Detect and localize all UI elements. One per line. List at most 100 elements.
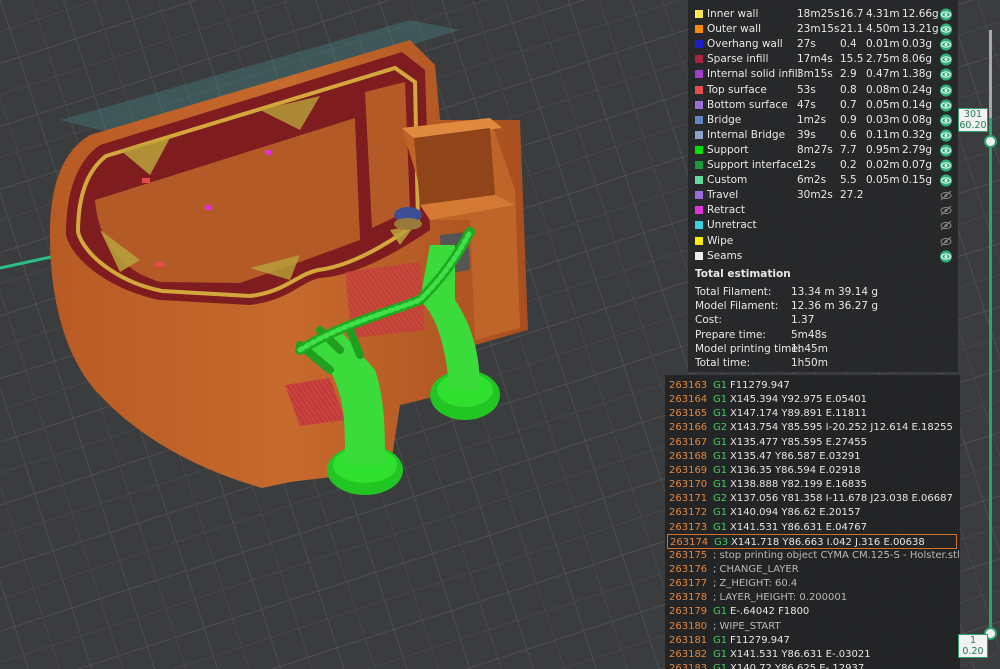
top-layer-number: 301 (963, 109, 983, 120)
eye-off-icon[interactable] (939, 189, 953, 202)
legend-color-swatch (695, 176, 703, 185)
legend-row[interactable]: Support interface 12s 0.2 0.02m 0.07g (688, 158, 958, 173)
gcode-line[interactable]: 263172 G1 X140.094 Y86.62 E.20157 (665, 505, 960, 520)
gcode-line[interactable]: 263176 ; CHANGE_LAYER (665, 562, 960, 577)
gcode-comment: ; stop printing object CYMA CM.125-S - H… (713, 549, 960, 561)
gcode-line[interactable]: 263167 G1 X135.477 Y85.595 E.27455 (665, 435, 960, 450)
gcode-line[interactable]: 263163 G1 F11279.947 (665, 378, 960, 393)
legend-percent: 0.7 (840, 98, 857, 111)
gcode-line[interactable]: 263166 G2 X143.754 Y85.595 I-20.252 J12.61… (665, 420, 960, 435)
legend-row[interactable]: Travel 30m2s 27.2 (688, 188, 958, 203)
legend-row[interactable]: Sparse infill 17m4s 15.5 2.75m 8.06g (688, 52, 958, 67)
gcode-line-number: 263183 (669, 663, 708, 669)
gcode-command: G3 (714, 536, 729, 548)
estimation-row: Total time: 1h50m (688, 356, 958, 370)
eye-icon[interactable] (939, 99, 953, 112)
legend-row[interactable]: Support 8m27s 7.7 0.95m 2.79g (688, 143, 958, 158)
eye-icon[interactable] (939, 84, 953, 97)
legend-weight: 0.03g (902, 38, 933, 51)
gcode-line[interactable]: 263180 ; WIPE_START (665, 619, 960, 634)
eye-icon[interactable] (939, 114, 953, 127)
gcode-line[interactable]: 263165 G1 X147.174 Y89.891 E.11811 (665, 406, 960, 421)
legend-row[interactable]: Internal Bridge 39s 0.6 0.11m 0.32g (688, 128, 958, 143)
legend-row[interactable]: Inner wall 18m25s 16.7 4.31m 12.66g (688, 7, 958, 22)
gcode-line[interactable]: 263171 G2 X137.056 Y81.358 I-11.678 J23.03… (665, 491, 960, 506)
legend-time: 3m15s (797, 68, 833, 81)
estimation-row: Cost: 1.37 (688, 313, 958, 327)
legend-row[interactable]: Bottom surface 47s 0.7 0.05m 0.14g (688, 98, 958, 113)
eye-icon[interactable] (939, 8, 953, 21)
legend-row[interactable]: Bridge 1m2s 0.9 0.03m 0.08g (688, 113, 958, 128)
gcode-command: G1 (713, 507, 728, 519)
legend-row[interactable]: Wipe (688, 234, 958, 249)
legend-row[interactable]: Outer wall 23m15s 21.1 4.50m 13.21g (688, 22, 958, 37)
legend-color-swatch (695, 161, 703, 169)
gcode-line-number: 263178 (669, 592, 708, 604)
legend-time: 12s (797, 159, 816, 171)
legend-time: 1m2s (797, 113, 827, 126)
legend-color-swatch (695, 115, 703, 124)
gcode-line[interactable]: 263175 ; stop printing object CYMA CM.125… (665, 548, 960, 563)
eye-icon[interactable] (939, 23, 953, 36)
legend-color-swatch (695, 236, 703, 245)
gcode-line[interactable]: 263183 G1 X140.72 Y86.625 E-.12937 (665, 661, 960, 669)
eye-icon[interactable] (939, 250, 953, 263)
estimation-label: Model Filament: (695, 300, 779, 313)
estimation-value: 5m48s (791, 328, 827, 341)
top-layer-height: 60.20 (959, 120, 987, 131)
gcode-line[interactable]: 263164 G1 X145.394 Y92.975 E.05401 (665, 392, 960, 407)
eye-off-icon[interactable] (939, 219, 953, 232)
layer-slider-top-handle[interactable] (984, 135, 997, 148)
legend-row[interactable]: Overhang wall 27s 0.4 0.01m 0.03g (688, 37, 958, 52)
legend-row[interactable]: Unretract (688, 218, 958, 233)
gcode-line-current[interactable]: 263174 G3 X141.718 Y86.663 I.042 J.316 E.0… (667, 533, 957, 549)
legend-row[interactable]: Retract (688, 203, 958, 218)
gcode-line[interactable]: 263168 G1 X135.47 Y86.587 E.03291 (665, 449, 960, 464)
gcode-line[interactable]: 263169 G1 X136.35 Y86.594 E.02918 (665, 463, 960, 478)
eye-off-icon[interactable] (939, 204, 953, 217)
eye-icon[interactable] (939, 159, 953, 172)
gcode-viewer[interactable]: 263163 G1 F11279.947 263164 G1 X145.394 Y92.9… (665, 375, 960, 669)
eye-icon[interactable] (939, 144, 953, 157)
gcode-line-number: 263170 (669, 479, 708, 491)
eye-icon[interactable] (939, 68, 953, 81)
eye-icon[interactable] (939, 38, 953, 51)
legend-row[interactable]: Custom 6m2s 5.5 0.05m 0.15g (688, 173, 958, 188)
legend-length: 0.05m (866, 98, 900, 111)
legend-percent: 7.7 (840, 143, 857, 156)
gcode-line-number: 263164 (669, 394, 708, 406)
gcode-command: G2 (713, 422, 728, 434)
eye-icon[interactable] (939, 174, 953, 187)
eye-off-icon[interactable] (939, 235, 953, 248)
legend-color-swatch (695, 130, 703, 139)
gcode-line-number: 263176 (669, 563, 708, 575)
gcode-line-number: 263173 (669, 521, 708, 533)
gcode-line[interactable]: 263179 G1 E-.64042 F1800 (665, 604, 960, 619)
eye-icon[interactable] (939, 129, 953, 142)
gcode-line[interactable]: 263170 G1 X138.888 Y82.199 E.16835 (665, 477, 960, 492)
legend-row[interactable]: Seams (688, 249, 958, 264)
legend-time: 27s (797, 38, 816, 51)
legend-weight: 0.15g (902, 174, 933, 187)
legend-row[interactable]: Top surface 53s 0.8 0.08m 0.24g (688, 83, 958, 98)
gcode-line-number: 263174 (670, 536, 709, 548)
gcode-line[interactable]: 263181 G1 F11279.947 (665, 633, 960, 648)
legend-line-type: Inner wall (707, 8, 759, 20)
gcode-line[interactable]: 263177 ; Z_HEIGHT: 60.4 (665, 576, 960, 591)
gcode-arguments: F11279.947 (730, 380, 790, 391)
gcode-line-number: 263179 (669, 606, 708, 618)
legend-row[interactable]: Internal solid infill 3m15s 2.9 0.47m 1.38g (688, 67, 958, 82)
estimation-value: 1.37 (791, 314, 815, 327)
legend-line-type: Unretract (707, 219, 757, 232)
gcode-line[interactable]: 263178 ; LAYER_HEIGHT: 0.200001 (665, 590, 960, 605)
eye-icon[interactable] (939, 53, 953, 66)
gcode-comment: ; Z_HEIGHT: 60.4 (713, 578, 798, 590)
gcode-command: G2 (713, 493, 728, 505)
estimation-row: Model Filament: 12.36 m 36.27 g (688, 299, 958, 313)
gcode-line[interactable]: 263182 G1 X141.531 Y86.631 E-.03021 (665, 647, 960, 662)
layer-slider-track[interactable] (989, 118, 992, 638)
layer-slider-bottom-label: 1 0.20 (958, 634, 988, 658)
estimation-value: 12.36 m (791, 300, 835, 313)
gcode-line-number: 263167 (669, 436, 708, 448)
gcode-line[interactable]: 263173 G1 X141.531 Y86.631 E.04767 (665, 520, 960, 535)
